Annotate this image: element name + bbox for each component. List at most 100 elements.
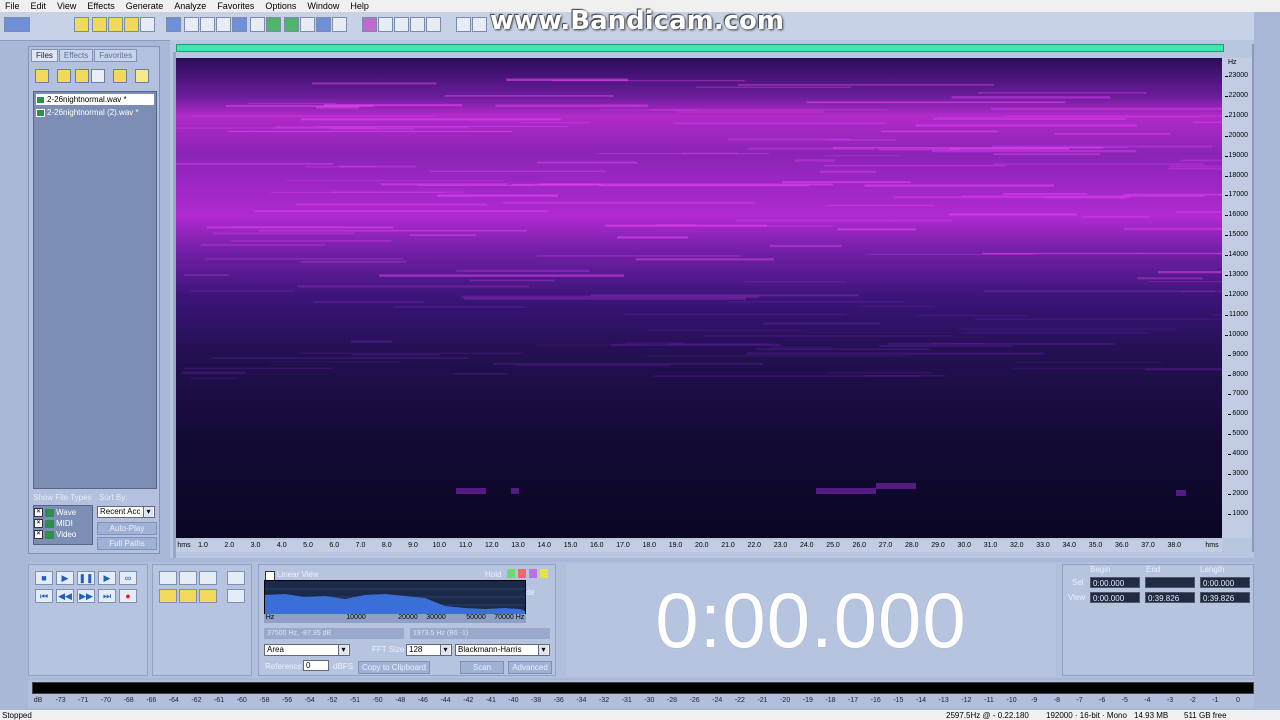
spectrogram[interactable] (176, 58, 1222, 538)
zoom-out-vertical-icon[interactable] (227, 589, 245, 603)
stop-button[interactable]: ■ (35, 571, 53, 585)
multitrack-view-icon[interactable] (4, 17, 30, 32)
go-to-start-button[interactable]: ⏮ (35, 589, 53, 603)
close-file-icon[interactable] (75, 69, 89, 83)
reference-input[interactable]: 0 (303, 660, 329, 671)
record-button[interactable]: ● (119, 589, 137, 603)
sort-by-select[interactable]: Recent Acc (97, 506, 155, 518)
overview-bar[interactable] (176, 44, 1224, 52)
paste-icon[interactable] (250, 17, 265, 32)
trim-icon[interactable] (284, 17, 299, 32)
time-tick-label: 13.0 (511, 542, 525, 549)
hold-slot-2[interactable] (518, 569, 526, 578)
hold-slot-4[interactable] (540, 569, 548, 578)
info-icon[interactable] (456, 17, 471, 32)
import-icon[interactable] (57, 69, 71, 83)
metronome-icon[interactable] (472, 17, 487, 32)
zoom-in-vertical-icon[interactable] (227, 571, 245, 585)
repeat-icon[interactable] (200, 17, 215, 32)
copy-to-clipboard-button[interactable]: Copy to Clipboard (358, 661, 430, 674)
sel-length-field[interactable]: 0:00.000 (1200, 577, 1250, 588)
sel-begin-field[interactable]: 0:00.000 (1090, 577, 1140, 588)
mix-paste-icon[interactable] (266, 17, 281, 32)
scan-button[interactable]: Scan (460, 661, 504, 674)
checkbox-checked-icon[interactable]: ✕ (34, 530, 43, 539)
edit-file-icon[interactable] (91, 69, 105, 83)
freq-tick-label: 21000 (1224, 111, 1248, 119)
file-list[interactable]: 2-26nightnormal.wav * 2-26nightnormal (2)… (33, 91, 157, 489)
menu-generate[interactable]: Generate (121, 1, 170, 11)
loop-button[interactable]: ∞ (119, 571, 137, 585)
pause-button[interactable]: ❚❚ (77, 571, 95, 585)
window-function-select[interactable]: Blackmann-Harris (455, 644, 550, 656)
waveform-view-icon[interactable] (378, 17, 393, 32)
full-paths-button[interactable]: Full Paths (97, 537, 157, 550)
menu-view[interactable]: View (52, 1, 82, 11)
spectral-view-icon[interactable] (362, 17, 377, 32)
filetype-video[interactable]: ✕ Video (34, 529, 92, 540)
menu-help[interactable]: Help (345, 1, 375, 11)
auto-play-button[interactable]: Auto-Play (97, 522, 157, 535)
go-to-end-button[interactable]: ⏭ (98, 589, 116, 603)
spectral-band (1158, 271, 1222, 274)
open-file-icon[interactable] (35, 69, 49, 83)
menu-favorites[interactable]: Favorites (212, 1, 260, 11)
zoom-to-selection-icon[interactable] (159, 589, 177, 603)
insert-multitrack-icon[interactable] (113, 69, 127, 83)
phase-view-icon[interactable] (410, 17, 425, 32)
vertical-scrollbar[interactable] (1252, 44, 1254, 552)
view-end-field[interactable]: 0:39.826 (1145, 592, 1195, 603)
filetype-midi[interactable]: ✕ MIDI (34, 518, 92, 529)
rewind-button[interactable]: ◀◀ (56, 589, 74, 603)
snap-icon[interactable] (332, 17, 347, 32)
fft-size-select[interactable]: 128 (406, 644, 452, 656)
close-icon[interactable] (140, 17, 155, 32)
open-icon[interactable] (92, 17, 107, 32)
tab-effects[interactable]: Effects (58, 49, 94, 62)
frequency-graph[interactable] (264, 580, 526, 616)
view-begin-field[interactable]: 0:00.000 (1090, 592, 1140, 603)
file-item[interactable]: 2-26nightnormal (2).wav * (36, 107, 154, 118)
hold-slot-3[interactable] (529, 569, 537, 578)
play-to-end-button[interactable]: ▶ (98, 571, 116, 585)
redo-icon[interactable] (184, 17, 199, 32)
settings-icon[interactable] (426, 17, 441, 32)
menu-analyze[interactable]: Analyze (169, 1, 212, 11)
mute-icon[interactable] (300, 17, 315, 32)
hold-slot-1[interactable] (507, 569, 515, 578)
time-tick-label: 9.0 (408, 542, 418, 549)
tab-files[interactable]: Files (31, 49, 58, 62)
play-button[interactable]: ▶ (56, 571, 74, 585)
undo-icon[interactable] (166, 17, 181, 32)
fast-forward-button[interactable]: ▶▶ (77, 589, 95, 603)
advanced-button[interactable]: Advanced (508, 661, 552, 674)
fft-mode-select[interactable]: Area (264, 644, 350, 656)
zoom-left-icon[interactable] (179, 589, 197, 603)
menu-window[interactable]: Window (302, 1, 345, 11)
help-icon[interactable] (135, 69, 149, 83)
view-length-field[interactable]: 0:39.826 (1200, 592, 1250, 603)
zoom-in-horizontal-icon[interactable] (159, 571, 177, 585)
menu-effects[interactable]: Effects (82, 1, 120, 11)
zoom-full-icon[interactable] (199, 571, 217, 585)
pan-view-icon[interactable] (394, 17, 409, 32)
cut-icon[interactable] (216, 17, 231, 32)
filetype-wave[interactable]: ✕ Wave (34, 507, 92, 518)
checkbox-checked-icon[interactable]: ✕ (34, 519, 43, 528)
file-item[interactable]: 2-26nightnormal.wav * (36, 94, 154, 105)
wave-file-icon (36, 95, 45, 104)
sel-end-field[interactable] (1145, 577, 1195, 588)
edit-icon[interactable] (316, 17, 331, 32)
tab-favorites[interactable]: Favorites (94, 49, 138, 62)
zoom-out-horizontal-icon[interactable] (179, 571, 197, 585)
zoom-right-icon[interactable] (199, 589, 217, 603)
menu-edit[interactable]: Edit (26, 1, 53, 11)
sort-by-label: Sort By: (99, 493, 128, 502)
copy-icon[interactable] (232, 17, 247, 32)
menu-options[interactable]: Options (260, 1, 302, 11)
save-as-icon[interactable] (124, 17, 139, 32)
save-icon[interactable] (108, 17, 123, 32)
checkbox-checked-icon[interactable]: ✕ (34, 508, 43, 517)
menu-file[interactable]: File (0, 1, 26, 11)
new-file-icon[interactable] (74, 17, 89, 32)
